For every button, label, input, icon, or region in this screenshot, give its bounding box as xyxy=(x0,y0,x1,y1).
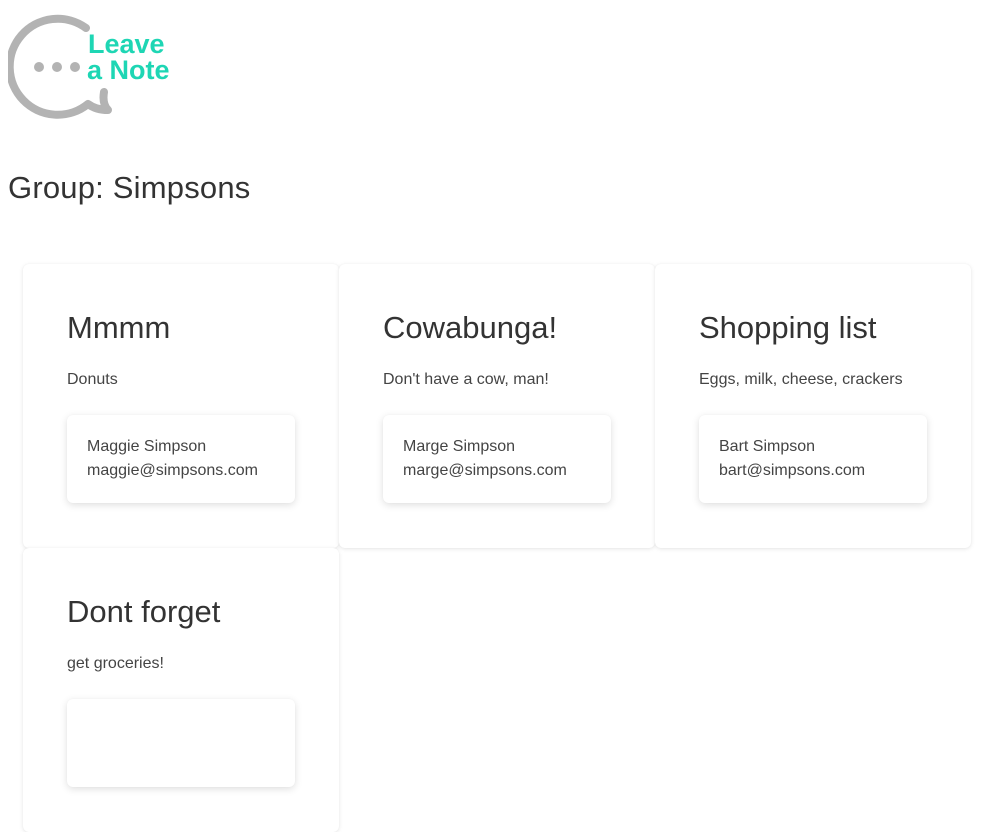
note-title: Shopping list xyxy=(699,310,877,345)
author-email: marge@simpsons.com xyxy=(403,462,567,479)
note-card[interactable]: Dont forget get groceries! xyxy=(23,548,339,832)
note-title: Dont forget xyxy=(67,594,221,629)
dot-icon xyxy=(34,62,44,72)
dot-icon xyxy=(70,62,80,72)
author-name: Bart Simpson xyxy=(719,438,816,455)
speech-bubble-logo-icon: Leave a Note xyxy=(8,14,170,119)
note-card[interactable]: Cowabunga! Don't have a cow, man! Marge … xyxy=(339,264,655,548)
page-title: Group: Simpsons xyxy=(8,170,251,205)
author-box: Marge Simpson marge@simpsons.com xyxy=(383,415,611,503)
note-title: Mmmm xyxy=(67,310,171,345)
author-email: maggie@simpsons.com xyxy=(87,462,258,479)
author-box xyxy=(67,699,295,787)
author-email: bart@simpsons.com xyxy=(719,462,866,479)
logo-text-line2: a Note xyxy=(87,55,170,85)
note-card[interactable]: Shopping list Eggs, milk, cheese, cracke… xyxy=(655,264,971,548)
author-name: Maggie Simpson xyxy=(87,438,207,455)
note-title: Cowabunga! xyxy=(383,310,558,345)
note-body: Eggs, milk, cheese, crackers xyxy=(699,371,903,388)
author-box: Maggie Simpson maggie@simpsons.com xyxy=(67,415,295,503)
author-name: Marge Simpson xyxy=(403,438,516,455)
author-box: Bart Simpson bart@simpsons.com xyxy=(699,415,927,503)
note-body: Don't have a cow, man! xyxy=(383,371,549,388)
app-logo[interactable]: Leave a Note xyxy=(8,12,198,122)
note-body: get groceries! xyxy=(67,655,164,672)
dot-icon xyxy=(52,62,62,72)
note-card[interactable]: Mmmm Donuts Maggie Simpson maggie@simpso… xyxy=(23,264,339,548)
note-body: Donuts xyxy=(67,371,118,388)
